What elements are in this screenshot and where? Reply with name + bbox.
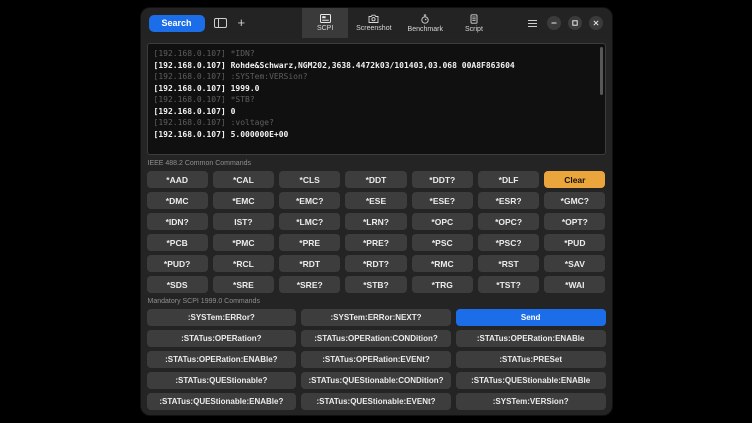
sidebar-panel-icon: [214, 18, 227, 28]
terminal-scrollbar[interactable]: [600, 47, 603, 95]
terminal-line: [192.168.0.107] 0: [154, 106, 599, 118]
titlebar: Search + SCPI Scre: [141, 8, 612, 38]
terminal-line: [192.168.0.107] *STB?: [154, 94, 599, 106]
app-window: Search + SCPI Scre: [141, 8, 612, 415]
tab-screenshot[interactable]: Screenshot: [348, 8, 399, 38]
tab-label: SCPI: [317, 25, 333, 32]
command-button-status-questionable-enable[interactable]: :STATus:QUEStionable:ENABle: [456, 372, 606, 389]
command-button-rcl[interactable]: *RCL: [213, 255, 274, 272]
command-button-pmc[interactable]: *PMC: [213, 234, 274, 251]
command-button-pud[interactable]: *PUD: [544, 234, 605, 251]
ieee-grid: *AAD *CAL *CLS *DDT *DDT? *DLF Clear *DMC *EMC *E…: [147, 171, 606, 293]
command-button-pre[interactable]: *PRE: [279, 234, 340, 251]
minimize-button[interactable]: [547, 16, 561, 30]
command-button-status-questionable-condition[interactable]: :STATus:QUEStionable:CONDition?: [301, 372, 451, 389]
command-button-status-operation-enable[interactable]: :STATus:OPERation:ENABle: [456, 330, 606, 347]
command-button-cal[interactable]: *CAL: [213, 171, 274, 188]
command-button-system-error[interactable]: :SYSTem:ERRor?: [147, 309, 297, 326]
command-button-dlf[interactable]: *DLF: [478, 171, 539, 188]
command-button-lmc[interactable]: *LMC?: [279, 213, 340, 230]
command-button-status-questionable-event[interactable]: :STATus:QUEStionable:EVENt?: [301, 393, 451, 410]
close-button[interactable]: [589, 16, 603, 30]
command-button-pre[interactable]: *PRE?: [345, 234, 406, 251]
command-button-send[interactable]: Send: [456, 309, 606, 326]
command-button-trg[interactable]: *TRG: [412, 276, 473, 293]
command-button-stb[interactable]: *STB?: [345, 276, 406, 293]
terminal-line: [192.168.0.107] Rohde&Schwarz,NGM202,363…: [154, 60, 599, 72]
tab-label: Benchmark: [408, 26, 443, 33]
command-button-lrn[interactable]: *LRN?: [345, 213, 406, 230]
command-button-ese[interactable]: *ESE?: [412, 192, 473, 209]
new-tab-button[interactable]: +: [236, 16, 248, 30]
camera-icon: [368, 14, 379, 23]
command-button-rdt[interactable]: *RDT: [279, 255, 340, 272]
tab-script[interactable]: Script: [451, 8, 497, 38]
close-icon: [593, 20, 599, 26]
maximize-button[interactable]: [568, 16, 582, 30]
command-button-opc[interactable]: *OPC?: [478, 213, 539, 230]
command-button-emc[interactable]: *EMC: [213, 192, 274, 209]
menu-button[interactable]: [525, 17, 540, 30]
terminal-log[interactable]: [192.168.0.107] *IDN?[192.168.0.107] Roh…: [147, 43, 606, 155]
command-button-system-version[interactable]: :SYSTem:VERSion?: [456, 393, 606, 410]
sidebar-toggle-button[interactable]: [212, 16, 229, 30]
terminal-line: [192.168.0.107] :voltage?: [154, 117, 599, 129]
command-button-status-questionable-enable[interactable]: :STATus:QUEStionable:ENABle?: [147, 393, 297, 410]
search-button[interactable]: Search: [149, 15, 205, 32]
command-button-rst[interactable]: *RST: [478, 255, 539, 272]
command-button-status-operation-condition[interactable]: :STATus:OPERation:CONDition?: [301, 330, 451, 347]
tab-label: Script: [465, 26, 483, 33]
scpi-grid: :SYSTem:ERRor?:SYSTem:ERRor:NEXT? Send :ST…: [147, 309, 606, 410]
command-button-sav[interactable]: *SAV: [544, 255, 605, 272]
command-button-ddt[interactable]: *DDT: [345, 171, 406, 188]
command-button-pud[interactable]: *PUD?: [147, 255, 208, 272]
command-button-pcb[interactable]: *PCB: [147, 234, 208, 251]
terminal-line: [192.168.0.107] :SYSTem:VERSion?: [154, 71, 599, 83]
stopwatch-icon: [420, 14, 430, 24]
tab-label: Screenshot: [356, 25, 391, 32]
tab-benchmark[interactable]: Benchmark: [400, 8, 451, 38]
terminal-line: [192.168.0.107] 1999.0: [154, 83, 599, 95]
command-button-aad[interactable]: *AAD: [147, 171, 208, 188]
command-button-esr[interactable]: *ESR?: [478, 192, 539, 209]
command-button-status-operation-event[interactable]: :STATus:OPERation:EVENt?: [301, 351, 451, 368]
command-button-ese[interactable]: *ESE: [345, 192, 406, 209]
script-icon: [469, 14, 479, 24]
command-button-status-questionable[interactable]: :STATus:QUEStionable?: [147, 372, 297, 389]
tab-scpi[interactable]: SCPI: [302, 8, 348, 38]
command-button-opt[interactable]: *OPT?: [544, 213, 605, 230]
command-button-wai[interactable]: *WAI: [544, 276, 605, 293]
command-button-clear[interactable]: Clear: [544, 171, 605, 188]
command-button-ddt[interactable]: *DDT?: [412, 171, 473, 188]
command-button-rmc[interactable]: *RMC: [412, 255, 473, 272]
scpi-icon: [320, 14, 331, 23]
command-button-dmc[interactable]: *DMC: [147, 192, 208, 209]
command-button-system-error-next[interactable]: :SYSTem:ERRor:NEXT?: [301, 309, 451, 326]
command-button-status-operation-enable[interactable]: :STATus:OPERation:ENABle?: [147, 351, 297, 368]
ieee-section-label: IEEE 488.2 Common Commands: [148, 160, 605, 168]
command-button-rdt[interactable]: *RDT?: [345, 255, 406, 272]
maximize-icon: [572, 20, 578, 26]
command-button-gmc[interactable]: *GMC?: [544, 192, 605, 209]
main-content: [192.168.0.107] *IDN?[192.168.0.107] Roh…: [141, 38, 612, 415]
command-button-psc[interactable]: *PSC?: [478, 234, 539, 251]
tab-bar: SCPI Screenshot Benchmark: [302, 8, 497, 38]
command-button-sds[interactable]: *SDS: [147, 276, 208, 293]
minimize-icon: [551, 20, 557, 26]
scpi-section-label: Mandatory SCPI 1999.0 Commands: [148, 298, 605, 306]
command-button-cls[interactable]: *CLS: [279, 171, 340, 188]
command-button-tst[interactable]: *TST?: [478, 276, 539, 293]
command-button-emc[interactable]: *EMC?: [279, 192, 340, 209]
command-button-status-preset[interactable]: :STATus:PRESet: [456, 351, 606, 368]
command-button-opc[interactable]: *OPC: [412, 213, 473, 230]
command-button-idn[interactable]: *IDN?: [147, 213, 208, 230]
command-button-status-operation[interactable]: :STATus:OPERation?: [147, 330, 297, 347]
terminal-line: [192.168.0.107] *IDN?: [154, 48, 599, 60]
command-button-sre[interactable]: *SRE?: [279, 276, 340, 293]
command-button-ist[interactable]: IST?: [213, 213, 274, 230]
terminal-line: [192.168.0.107] 5.000000E+00: [154, 129, 599, 141]
command-button-psc[interactable]: *PSC: [412, 234, 473, 251]
command-button-sre[interactable]: *SRE: [213, 276, 274, 293]
